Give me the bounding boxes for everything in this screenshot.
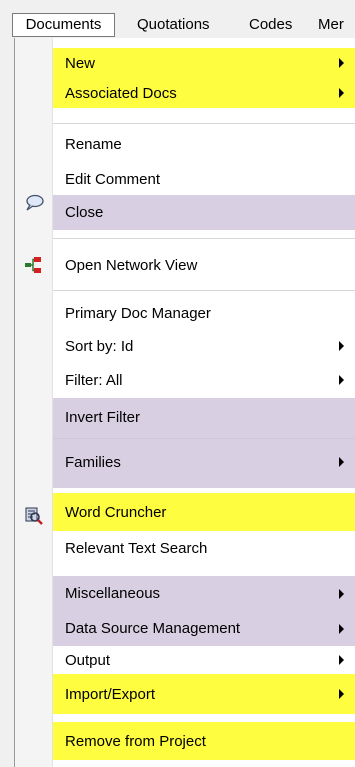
menu-item-miscellaneous[interactable]: Miscellaneous — [53, 576, 355, 611]
submenu-arrow-icon — [339, 689, 344, 699]
menu-item-data-source-management[interactable]: Data Source Management — [53, 611, 355, 646]
menu-item-open-network-view[interactable]: Open Network View — [53, 249, 355, 281]
menu-item-families-label: Families — [65, 453, 121, 471]
submenu-arrow-icon — [339, 623, 344, 634]
submenu-arrow-icon — [339, 375, 344, 385]
menu-item-sort-by[interactable]: Sort by: Id — [53, 330, 355, 362]
menu-item-output[interactable]: Output — [53, 646, 355, 674]
menu-icon-column — [15, 38, 53, 767]
menu-quotations[interactable]: Quotations — [137, 14, 210, 36]
menu-item-word-cruncher[interactable]: Word Cruncher — [53, 493, 355, 531]
menu-item-word-cruncher-label: Word Cruncher — [65, 503, 167, 521]
submenu-arrow-icon — [339, 58, 344, 68]
menu-documents[interactable]: Documents — [12, 13, 115, 37]
menu-item-associated-docs[interactable]: Associated Docs — [53, 78, 355, 108]
menu-item-import-export-label: Import/Export — [65, 685, 156, 703]
menu-item-invert-filter-label: Invert Filter — [65, 408, 141, 426]
menu-item-primary-doc-manager[interactable]: Primary Doc Manager — [53, 297, 355, 329]
menu-memos[interactable]: Mer — [318, 14, 344, 36]
menu-item-families[interactable]: Families — [53, 436, 355, 488]
submenu-arrow-icon — [339, 655, 344, 665]
menu-item-import-export[interactable]: Import/Export — [53, 674, 355, 714]
menu-item-rename-label: Rename — [65, 135, 122, 153]
menu-item-filter-label: Filter: All — [65, 371, 123, 389]
menu-item-miscellaneous-label: Miscellaneous — [65, 585, 161, 602]
menu-item-edit-comment-label: Edit Comment — [65, 170, 161, 188]
word-cruncher-icon — [25, 507, 43, 525]
menu-separator — [53, 290, 355, 291]
documents-dropdown-menu: New Associated Docs Rename Edit Comment … — [14, 38, 355, 767]
menu-separator — [53, 238, 355, 239]
menu-item-close[interactable]: Close — [53, 195, 355, 230]
menu-item-new[interactable]: New — [53, 48, 355, 78]
menu-item-relevant-text-search[interactable]: Relevant Text Search — [53, 531, 355, 565]
menu-separator — [53, 438, 355, 439]
submenu-arrow-icon — [339, 341, 344, 351]
menu-item-associated-docs-label: Associated Docs — [65, 84, 177, 102]
menu-item-sort-by-label: Sort by: Id — [65, 337, 134, 355]
submenu-arrow-icon — [339, 457, 344, 467]
network-icon — [25, 257, 41, 273]
submenu-arrow-icon — [339, 88, 344, 98]
menu-item-open-network-view-label: Open Network View — [65, 256, 198, 274]
menu-item-rename[interactable]: Rename — [53, 129, 355, 159]
menu-separator — [53, 123, 355, 124]
menu-item-output-label: Output — [65, 651, 111, 669]
menu-item-edit-comment[interactable]: Edit Comment — [53, 164, 355, 194]
submenu-arrow-icon — [339, 588, 344, 599]
menu-item-close-label: Close — [65, 204, 104, 221]
menu-item-invert-filter[interactable]: Invert Filter — [53, 398, 355, 436]
menu-item-new-label: New — [65, 54, 96, 72]
menu-item-primary-doc-manager-label: Primary Doc Manager — [65, 304, 211, 322]
menu-bar: Documents Quotations Codes Mer — [0, 0, 355, 38]
menu-item-filter[interactable]: Filter: All — [53, 364, 355, 396]
menu-item-data-source-management-label: Data Source Management — [65, 620, 241, 637]
menu-item-remove-from-project-label: Remove from Project — [65, 732, 206, 750]
speech-bubble-icon — [26, 194, 44, 211]
menu-item-remove-from-project[interactable]: Remove from Project — [53, 722, 355, 760]
menu-codes[interactable]: Codes — [249, 14, 292, 36]
menu-item-relevant-text-search-label: Relevant Text Search — [65, 539, 208, 557]
